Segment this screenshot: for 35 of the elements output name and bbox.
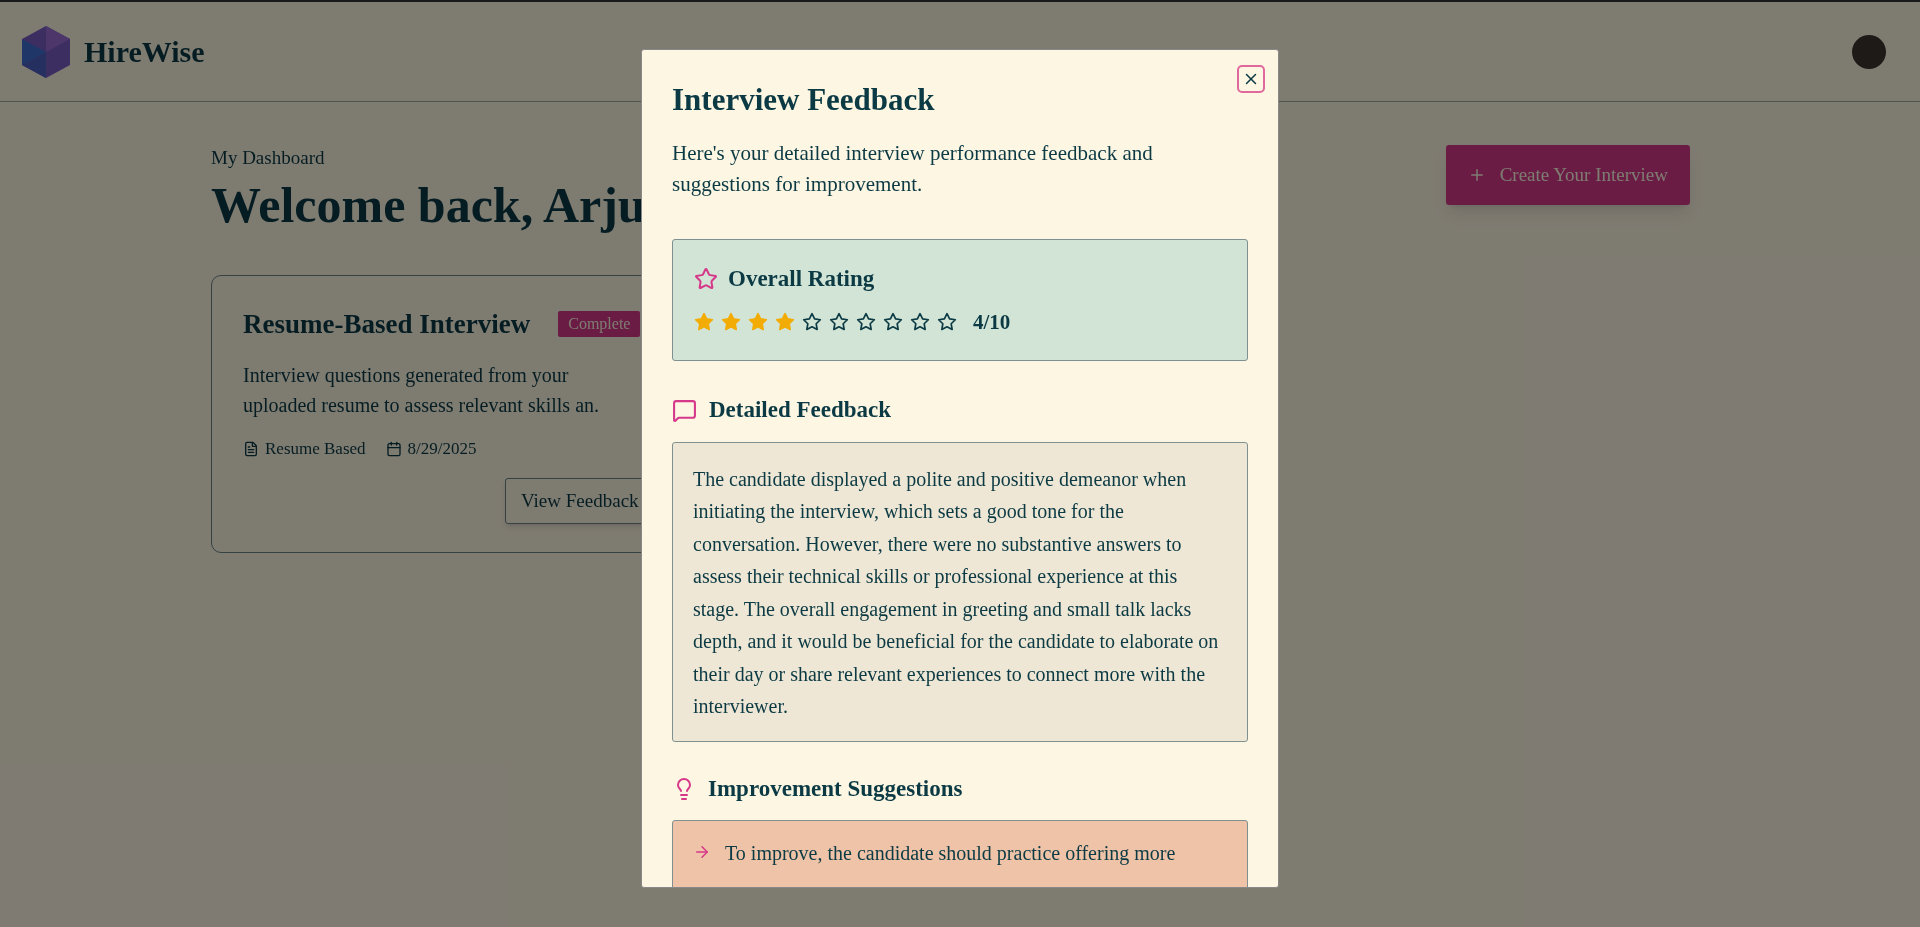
interview-date: 8/29/2025 (407, 438, 477, 460)
filled-star-icon (748, 312, 768, 333)
arrow-icon (693, 843, 711, 861)
empty-star-icon (937, 312, 957, 333)
calendar-icon (385, 440, 402, 457)
empty-star-icon (856, 312, 876, 333)
document-icon (243, 440, 259, 457)
message-icon (672, 397, 697, 423)
empty-star-icon (883, 312, 903, 333)
hexagon-logo-icon (20, 23, 72, 80)
avatar[interactable] (1852, 34, 1886, 69)
dialog-title: Interview Feedback (672, 81, 936, 119)
filled-star-icon (721, 312, 741, 333)
dialog-subtitle: Here's your detailed interview performance feedback and suggestions for improvement. (672, 140, 1154, 198)
suggestion-text: To improve, the candidate should practice offering more (725, 841, 1176, 867)
create-interview-button[interactable]: Create Your Interview (1445, 145, 1690, 205)
rating-score: 4/10 (973, 308, 1011, 336)
brand-name: HireWise (84, 34, 205, 70)
empty-star-icon (829, 312, 849, 333)
card-title: Resume-Based Interview (243, 307, 531, 341)
page-eyebrow: My Dashboard (211, 146, 325, 170)
feedback-text: The candidate displayed a polite and positive demeanor when initiating the interview, which sets a good tone for the conversation. However, there were no substantive answers to assess their technical skills or professional experience at this stage. The overall engagement in greeting and small talk lacks depth, and it would be beneficial for the candidate to elaborate on their day or share relevant experiences to connect more with the interviewer. (693, 466, 1220, 719)
section-heading: Detailed Feedback (709, 396, 892, 424)
filled-star-icon (694, 312, 714, 333)
rating-label: Overall Rating (728, 265, 875, 293)
empty-star-icon (802, 312, 822, 333)
close-button[interactable] (1237, 65, 1265, 93)
interview-type: Resume Based (265, 438, 366, 460)
star-icon (694, 267, 718, 292)
card-description: Interview questions generated from your uploaded resume to assess relevant skills an. (243, 363, 601, 419)
filled-star-icon (775, 312, 795, 333)
welcome-heading: Welcome back, Arju (211, 175, 646, 235)
status-badge: Complete (558, 310, 641, 337)
empty-star-icon (910, 312, 930, 333)
section-heading: Improvement Suggestions (708, 774, 963, 803)
